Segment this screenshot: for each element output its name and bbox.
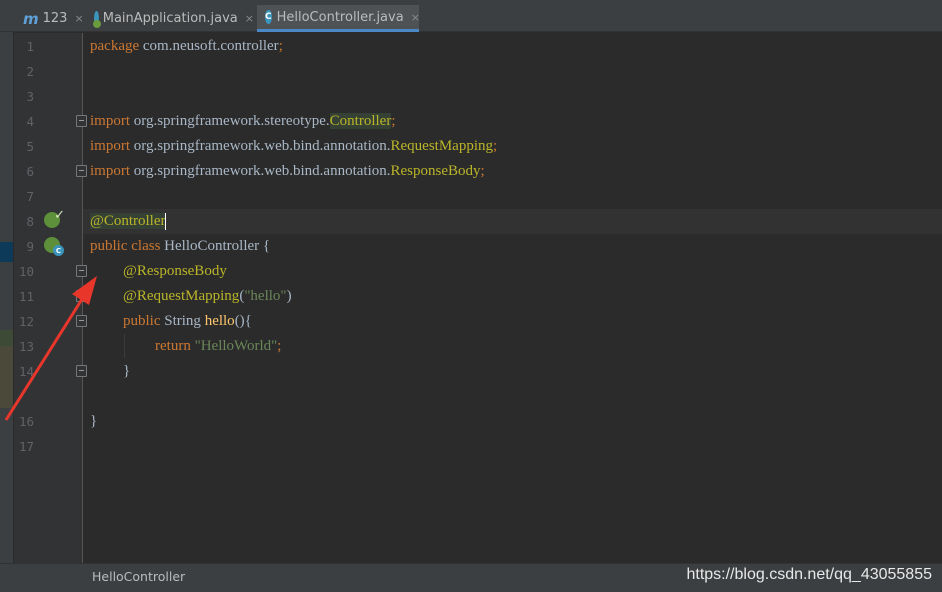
watermark: https://blog.csdn.net/qq_43055855 [686,566,932,583]
semicolon: ; [480,163,485,179]
spring-bean-icon[interactable]: ✓ [44,208,65,228]
project-selection-area [0,346,13,408]
import-path: org.springframework.web.bind.annotation. [130,163,391,179]
code-line-1[interactable]: package com.neusoft.controller; [90,34,283,59]
semicolon: ; [391,113,396,129]
import-class: ResponseBody [390,163,481,179]
keyword: public [123,313,161,329]
code-line-13[interactable]: return "HelloWorld"; [155,334,281,359]
method-name: hello [204,313,235,329]
tab-label: HelloController.java [276,9,404,25]
keyword: import [90,163,130,179]
line-number: 6 [26,164,34,179]
annotation: @RequestMapping [123,288,240,304]
fold-icon[interactable] [76,365,87,377]
line-number: 14 [18,364,34,379]
code-line-16[interactable]: } [90,409,97,434]
module-icon: m [23,9,39,28]
line-number: 8 [26,214,34,229]
tab-hello-controller[interactable]: C HelloController.java × [257,5,420,32]
breadcrumb[interactable]: HelloController [92,569,185,584]
annotation: @ResponseBody [123,263,227,279]
indent-guide [124,334,125,358]
keyword: public class [90,238,161,254]
code-line-8[interactable]: @Controller [90,209,167,234]
code-line-14[interactable]: } [123,359,130,384]
spring-app-icon [92,11,101,28]
fold-icon[interactable] [76,315,87,327]
line-number: 13 [18,339,34,354]
project-selection-marker [0,242,13,262]
line-number: 7 [26,189,34,204]
close-icon[interactable]: × [74,12,83,25]
import-path: org.springframework.web.bind.annotation. [130,138,391,154]
line-number: 17 [18,439,34,454]
line-number: 11 [18,289,34,304]
class-badge-icon: C [53,245,64,256]
closing-brace: } [123,363,131,379]
close-icon[interactable]: × [245,12,254,25]
method-params: (){ [234,313,252,329]
tab-123[interactable]: m 123 × [18,5,86,32]
keyword: import [90,113,130,129]
semicolon: ; [278,38,283,54]
class-icon: C [265,10,272,24]
editor-tab-bar: m 123 × MainApplication.java × C HelloCo… [0,0,942,32]
line-number: 10 [18,264,34,279]
string-literal: "HelloWorld" [190,338,278,354]
semicolon: ; [277,338,282,354]
package-name: com.neusoft.controller [139,38,279,54]
current-line-highlight [83,209,942,234]
string-literal: "hello" [244,288,287,304]
import-path: org.springframework.stereotype. [130,113,330,129]
code-line-5[interactable]: import org.springframework.web.bind.anno… [90,134,497,159]
return-type: String [160,313,205,329]
semicolon: ; [493,138,498,154]
import-class: RequestMapping [390,138,494,154]
code-line-4[interactable]: import org.springframework.stereotype.Co… [90,109,396,134]
line-number: 2 [26,64,34,79]
close-icon[interactable]: × [411,11,420,24]
code-line-12[interactable]: public String hello(){ [123,309,252,334]
keyword: package [90,38,140,54]
fold-icon[interactable] [76,265,87,277]
spring-bean-class-icon[interactable]: C [44,237,64,256]
code-line-11[interactable]: @RequestMapping("hello") [123,284,292,309]
code-line-10[interactable]: @ResponseBody [123,259,227,284]
fold-icon[interactable] [76,115,87,127]
side-tool-strip [0,0,14,592]
closing-brace: } [90,413,98,429]
code-line-9[interactable]: public class HelloController { [90,234,270,259]
tab-main-application[interactable]: MainApplication.java × [88,5,254,32]
line-number: 16 [18,414,34,429]
fold-icon[interactable] [76,290,87,302]
project-highlight-marker [0,330,13,346]
paren: ) [286,288,292,304]
tab-label: MainApplication.java [102,11,238,26]
keyword: return [155,338,191,354]
text-caret [165,213,167,231]
line-number: 9 [26,239,34,254]
tab-label: 123 [42,11,68,26]
line-number: 4 [26,114,34,129]
import-class: Controller [329,113,392,129]
line-number: 3 [26,89,34,104]
annotation: @Controller [90,213,166,229]
breadcrumb-bar: HelloController https://blog.csdn.net/qq… [0,563,942,592]
line-number: 12 [18,314,34,329]
fold-icon[interactable] [76,165,87,177]
code-line-6[interactable]: import org.springframework.web.bind.anno… [90,159,485,184]
keyword: import [90,138,130,154]
class-declaration: HelloController { [160,238,271,254]
line-number: 1 [26,39,34,54]
checkmark-icon: ✓ [54,208,65,223]
line-number: 5 [26,139,34,154]
